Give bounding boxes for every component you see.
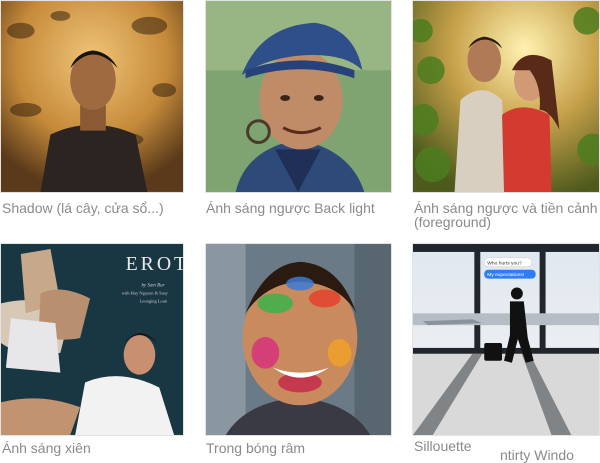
book-title: EROT [126, 253, 183, 275]
caption-oblique-light: Ánh sáng xiên [2, 440, 91, 456]
photo-shadow-leaves-image [1, 1, 183, 192]
caption-shadow: Shadow (lá cây, cửa sổ...) [2, 200, 164, 216]
caption-silhouette: Sillouette [414, 438, 472, 454]
bubble-question: Who hurts you? [487, 260, 522, 266]
caption-backlight-foreground: Ánh sáng ngược và tiền cảnh (foreground) [414, 200, 598, 230]
book-credit: with Huy Nguyen & Susy [122, 290, 169, 295]
photo-oblique-light-image: EROT by Sam Bur with Huy Nguyen & Susy L… [1, 244, 183, 435]
caption-in-shade: Trong bóng râm [206, 440, 306, 456]
cut-off-caption-text: ntirty Windo [500, 447, 574, 463]
photo-silhouette[interactable]: Who hurts you? My expectations! [412, 243, 600, 436]
bubble-answer: My expectations! [487, 272, 524, 278]
photo-silhouette-image: Who hurts you? My expectations! [413, 244, 599, 435]
photo-backlight-foreground-image [413, 1, 599, 192]
photo-backlight-portrait[interactable] [205, 0, 392, 193]
photo-backlight-portrait-image [206, 1, 391, 192]
photo-shadow-leaves[interactable] [0, 0, 184, 193]
book-byline: by Sam Bur [141, 284, 164, 289]
photo-in-shade[interactable] [205, 243, 392, 436]
book-subtitle: Lounging Loun [139, 298, 168, 303]
photo-backlight-foreground[interactable] [412, 0, 600, 193]
caption-backlight: Ánh sáng ngược Back light [206, 200, 375, 216]
photo-in-shade-image [206, 244, 391, 435]
photo-oblique-light[interactable]: EROT by Sam Bur with Huy Nguyen & Susy L… [0, 243, 184, 436]
